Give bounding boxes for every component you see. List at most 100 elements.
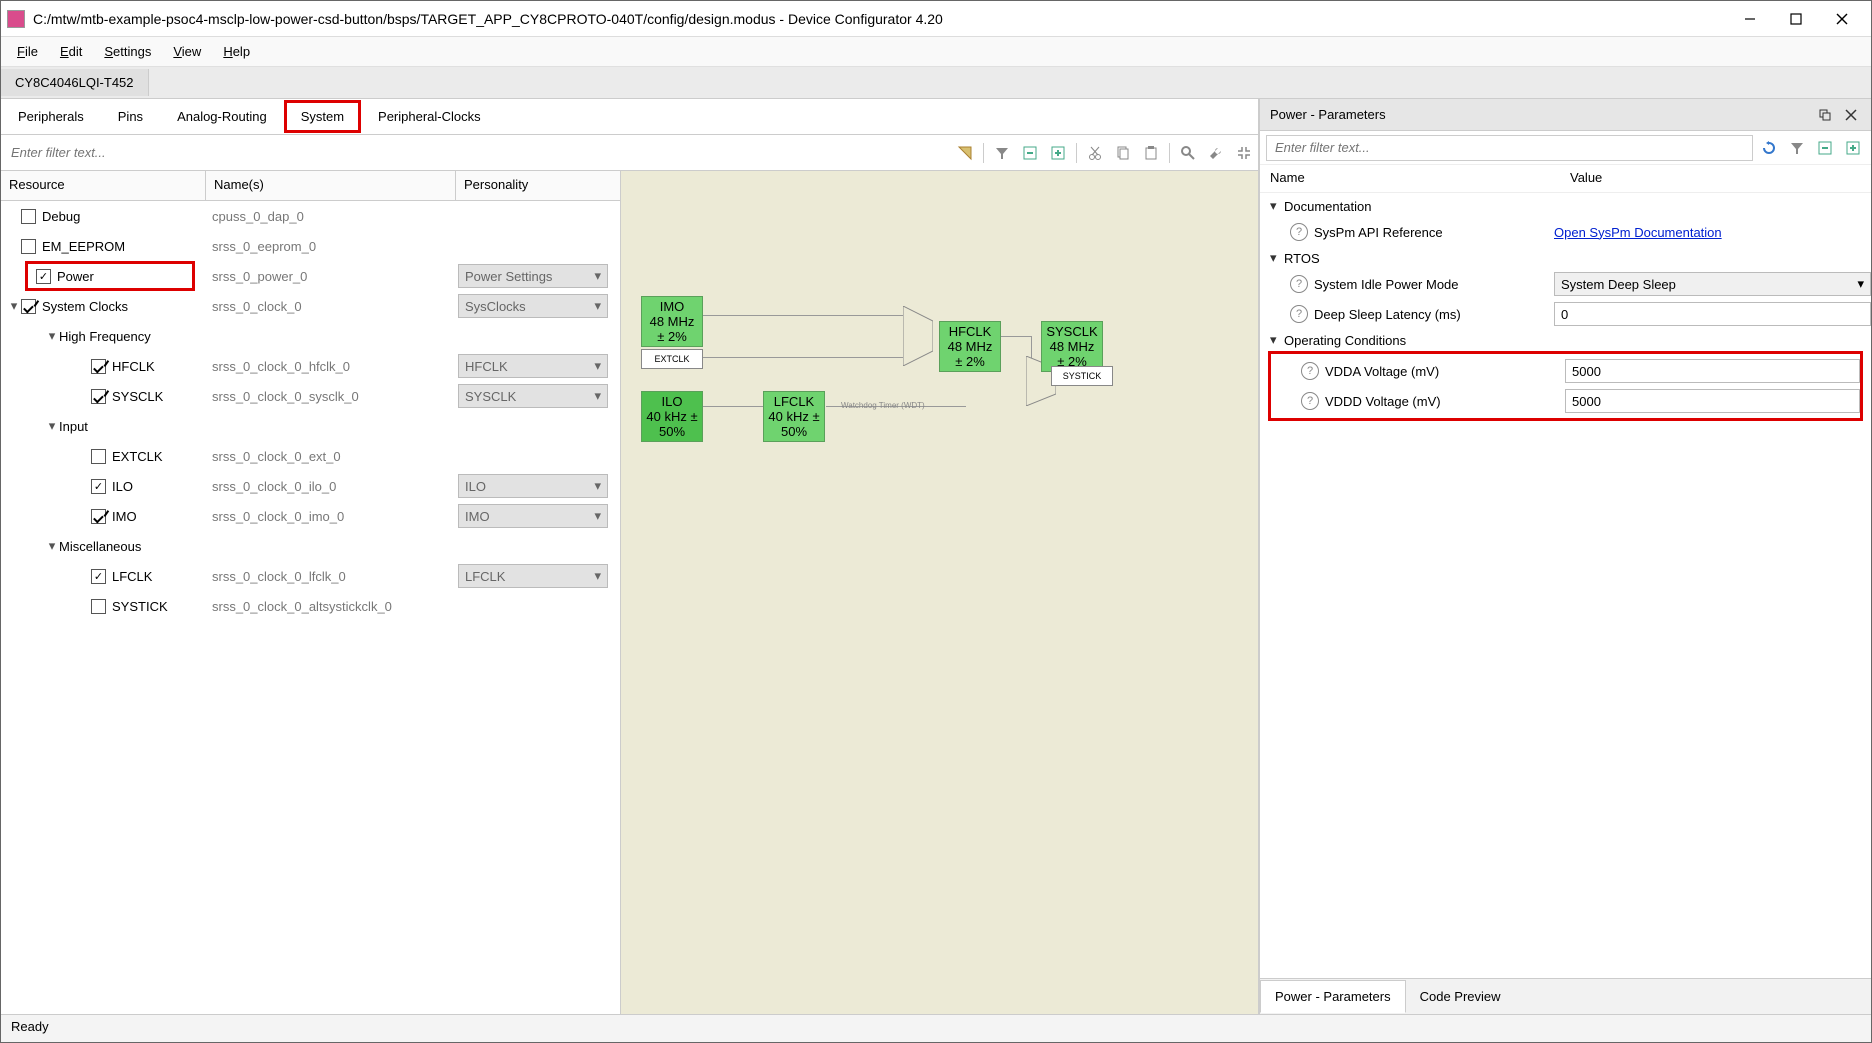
main-tabs: Peripherals Pins Analog-Routing System P… <box>1 99 1258 135</box>
device-tab[interactable]: CY8C4046LQI-T452 <box>1 69 149 96</box>
link-syspm-doc[interactable]: Open SysPm Documentation <box>1554 225 1722 240</box>
row-systick[interactable]: SYSTICK srss_0_clock_0_altsystickclk_0 <box>1 591 620 621</box>
params-filter-input[interactable] <box>1266 135 1753 161</box>
row-hfclk[interactable]: HFCLK srss_0_clock_0_hfclk_0 HFCLK▾ <box>1 351 620 381</box>
tab-system[interactable]: System <box>284 100 361 133</box>
personality-power[interactable]: Power Settings▾ <box>458 264 608 288</box>
wrench-icon[interactable] <box>1203 140 1229 166</box>
personality-sysclocks[interactable]: SysClocks▾ <box>458 294 608 318</box>
cut-icon[interactable] <box>1082 140 1108 166</box>
node-systick[interactable]: SYSTICK <box>1051 366 1113 386</box>
main-area: Peripherals Pins Analog-Routing System P… <box>1 99 1871 1014</box>
reset-icon[interactable] <box>1757 136 1781 160</box>
checkbox-power[interactable] <box>36 269 51 284</box>
param-syspm-api: ? SysPm API Reference Open SysPm Documen… <box>1260 217 1871 247</box>
row-sysclocks[interactable]: ▾System Clocks srss_0_clock_0 SysClocks▾ <box>1 291 620 321</box>
search-icon[interactable] <box>1175 140 1201 166</box>
input-vdda[interactable] <box>1565 359 1860 383</box>
node-ilo[interactable]: ILO40 kHz ± 50% <box>641 391 703 442</box>
menu-settings[interactable]: Settings <box>94 40 161 63</box>
maximize-button[interactable] <box>1773 4 1819 34</box>
tab-peripherals[interactable]: Peripherals <box>1 100 101 133</box>
params-expand-icon[interactable] <box>1841 136 1865 160</box>
rtab-params[interactable]: Power - Parameters <box>1260 980 1406 1013</box>
checkbox-systick[interactable] <box>91 599 106 614</box>
node-hfclk[interactable]: HFCLK48 MHz ± 2% <box>939 321 1001 372</box>
clock-diagram[interactable]: IMO48 MHz ± 2% EXTCLK HFCLK48 MHz ± 2% S… <box>621 171 1258 1014</box>
paste-icon[interactable] <box>1138 140 1164 166</box>
filter-input[interactable] <box>1 138 951 168</box>
collapse-all-icon[interactable] <box>1017 140 1043 166</box>
app-icon <box>7 10 25 28</box>
personality-imo[interactable]: IMO▾ <box>458 504 608 528</box>
undock-icon[interactable] <box>1815 105 1835 125</box>
status-bar: Ready <box>1 1014 1871 1042</box>
row-power[interactable]: Power srss_0_power_0 Power Settings▾ <box>1 261 620 291</box>
checkbox-hfclk[interactable] <box>91 359 106 374</box>
rtab-code[interactable]: Code Preview <box>1406 981 1515 1012</box>
filter-icon[interactable] <box>989 140 1015 166</box>
right-pane: Power - Parameters Name Value ▾Documenta… <box>1259 99 1871 1014</box>
checkbox-debug[interactable] <box>21 209 36 224</box>
checkbox-extclk[interactable] <box>91 449 106 464</box>
row-eeprom[interactable]: EM_EEPROM srss_0_eeprom_0 <box>1 231 620 261</box>
tab-analog-routing[interactable]: Analog-Routing <box>160 100 284 133</box>
group-opcond[interactable]: ▾Operating Conditions <box>1260 329 1871 351</box>
help-icon[interactable]: ? <box>1301 362 1319 380</box>
help-icon[interactable]: ? <box>1290 305 1308 323</box>
params-collapse-icon[interactable] <box>1813 136 1837 160</box>
personality-lfclk[interactable]: LFCLK▾ <box>458 564 608 588</box>
input-vddd[interactable] <box>1565 389 1860 413</box>
node-extclk[interactable]: EXTCLK <box>641 349 703 369</box>
row-misc[interactable]: ▾Miscellaneous <box>1 531 620 561</box>
checkbox-imo[interactable] <box>91 509 106 524</box>
device-bar: CY8C4046LQI-T452 <box>1 67 1871 99</box>
row-lfclk[interactable]: LFCLK srss_0_clock_0_lfclk_0 LFCLK▾ <box>1 561 620 591</box>
main-window: C:/mtw/mtb-example-psoc4-msclp-low-power… <box>0 0 1872 1043</box>
tree-body: Debug cpuss_0_dap_0 EM_EEPROM srss_0_eep… <box>1 201 620 1014</box>
row-extclk[interactable]: EXTCLK srss_0_clock_0_ext_0 <box>1 441 620 471</box>
checkbox-lfclk[interactable] <box>91 569 106 584</box>
tree-header: Resource Name(s) Personality <box>1 171 620 201</box>
minimize-button[interactable] <box>1727 4 1773 34</box>
personality-ilo[interactable]: ILO▾ <box>458 474 608 498</box>
row-input[interactable]: ▾Input <box>1 411 620 441</box>
row-debug[interactable]: Debug cpuss_0_dap_0 <box>1 201 620 231</box>
tab-peripheral-clocks[interactable]: Peripheral-Clocks <box>361 100 498 133</box>
checkbox-eeprom[interactable] <box>21 239 36 254</box>
menu-file[interactable]: File <box>7 40 48 63</box>
help-icon[interactable]: ? <box>1290 275 1308 293</box>
row-imo[interactable]: IMO srss_0_clock_0_imo_0 IMO▾ <box>1 501 620 531</box>
group-documentation[interactable]: ▾Documentation <box>1260 195 1871 217</box>
right-tabs: Power - Parameters Code Preview <box>1260 978 1871 1014</box>
clear-filter-icon[interactable] <box>952 140 978 166</box>
checkbox-sysclocks[interactable] <box>21 299 36 314</box>
node-sysclk[interactable]: SYSCLK48 MHz ± 2% <box>1041 321 1103 372</box>
row-sysclk[interactable]: SYSCLK srss_0_clock_0_sysclk_0 SYSCLK▾ <box>1 381 620 411</box>
group-rtos[interactable]: ▾RTOS <box>1260 247 1871 269</box>
personality-sysclk[interactable]: SYSCLK▾ <box>458 384 608 408</box>
tab-pins[interactable]: Pins <box>101 100 160 133</box>
input-deep-sleep[interactable] <box>1554 302 1871 326</box>
help-icon[interactable]: ? <box>1301 392 1319 410</box>
node-lfclk[interactable]: LFCLK40 kHz ± 50% <box>763 391 825 442</box>
menu-edit[interactable]: Edit <box>50 40 92 63</box>
menu-help[interactable]: Help <box>213 40 260 63</box>
expand-all-icon[interactable] <box>1045 140 1071 166</box>
close-button[interactable] <box>1819 4 1865 34</box>
help-icon[interactable]: ? <box>1290 223 1308 241</box>
label-wdt: Watchdog Timer (WDT) <box>841 401 925 410</box>
menu-view[interactable]: View <box>163 40 211 63</box>
personality-hfclk[interactable]: HFCLK▾ <box>458 354 608 378</box>
params-header: Name Value <box>1260 165 1871 193</box>
row-ilo[interactable]: ILO srss_0_clock_0_ilo_0 ILO▾ <box>1 471 620 501</box>
close-panel-icon[interactable] <box>1841 105 1861 125</box>
node-imo[interactable]: IMO48 MHz ± 2% <box>641 296 703 347</box>
row-highfreq[interactable]: ▾High Frequency <box>1 321 620 351</box>
checkbox-ilo[interactable] <box>91 479 106 494</box>
combo-idle-mode[interactable]: System Deep Sleep▾ <box>1554 272 1871 296</box>
checkbox-sysclk[interactable] <box>91 389 106 404</box>
params-filter-icon[interactable] <box>1785 136 1809 160</box>
copy-icon[interactable] <box>1110 140 1136 166</box>
expand-icon[interactable] <box>1231 140 1257 166</box>
